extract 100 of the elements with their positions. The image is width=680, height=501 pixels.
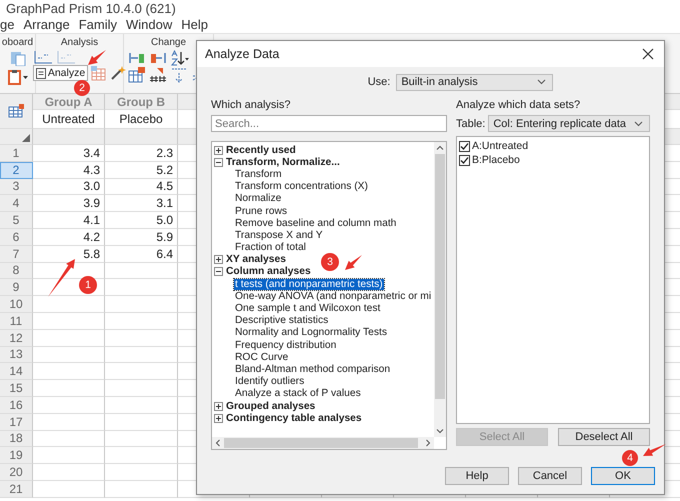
scroll-down-icon[interactable] [436, 429, 444, 434]
expand-icon[interactable] [214, 402, 223, 411]
tree-item[interactable]: Descriptive statistics [234, 315, 330, 326]
row-number[interactable]: 5 [12, 213, 20, 228]
menu-item[interactable]: Family [78, 17, 117, 32]
expand-icon[interactable] [214, 255, 223, 264]
annotation-arrow [643, 444, 666, 456]
tree-item[interactable]: Normalize [234, 193, 282, 204]
tree-item[interactable]: Transform [234, 168, 283, 180]
row-number[interactable]: 7 [12, 246, 20, 261]
collapse-icon[interactable] [214, 158, 223, 167]
tree-group[interactable]: Transform, Normalize... [226, 156, 340, 168]
list-icon [36, 68, 46, 78]
table-cell: 3.4 [83, 146, 100, 160]
resize-corner-icon [22, 134, 30, 142]
tree-group[interactable]: Grouped analyses [226, 400, 316, 412]
data-sets-label: Analyze which data sets? [456, 99, 582, 111]
table-cell: 4.1 [83, 213, 100, 228]
sort-icon[interactable] [170, 50, 190, 66]
tree-group[interactable]: XY analyses [226, 254, 286, 266]
table-cell: 2.3 [156, 146, 173, 160]
data-set-label[interactable]: B:Placebo [472, 154, 520, 166]
tree-item[interactable]: Identify outliers [234, 376, 306, 388]
table-icon[interactable] [8, 104, 24, 118]
tree-item[interactable]: Bland-Altman method comparison [234, 364, 392, 375]
annotation-arrow [48, 259, 75, 297]
expand-icon[interactable] [214, 146, 223, 155]
table-cell: 3.0 [83, 179, 100, 194]
expand-icon[interactable] [214, 414, 223, 423]
table-cell: 5.8 [83, 246, 100, 261]
tree-group[interactable]: Column analyses [226, 266, 311, 278]
tree-item[interactable]: t tests (and nonparametric tests) [234, 278, 384, 290]
increment-icon[interactable] [170, 67, 188, 83]
analyze-button[interactable]: Analyze [32, 65, 88, 81]
insert-table-icon[interactable] [128, 67, 146, 83]
table-cell: 4.2 [83, 230, 100, 244]
ribbon-group-label: oboard [2, 37, 34, 48]
dialog-title: Analyze Data [205, 47, 280, 61]
tree-item[interactable]: Fraction of total [234, 242, 307, 254]
table-label: Table: [456, 118, 486, 130]
tree-item[interactable]: One sample t and Wilcoxon test [234, 303, 382, 314]
caret-icon [537, 79, 546, 85]
scroll-up-icon[interactable] [436, 145, 444, 150]
use-dropdown[interactable]: Built-in analysis [396, 74, 554, 90]
horizontal-scrollbar[interactable] [212, 437, 434, 449]
data-set-label[interactable]: A:Untreated [472, 140, 528, 152]
menu-item[interactable]: Window [126, 17, 172, 32]
clipboard-icon[interactable] [6, 69, 28, 85]
table-cell: 4.5 [156, 179, 173, 194]
window-title: GraphPad Prism 10.4.0 (621) [6, 0, 176, 16]
annotation-arrow [88, 50, 106, 65]
menu-item[interactable]: Help [181, 17, 208, 32]
menu-item[interactable]: Arrange [23, 17, 70, 32]
row-number[interactable]: 6 [12, 230, 20, 244]
dialog-button[interactable]: OK [591, 467, 655, 485]
row-number[interactable]: 3 [12, 179, 20, 194]
search-field[interactable]: Search... [211, 115, 447, 132]
tree-item[interactable]: Prune rows [234, 206, 288, 217]
column-title: Group A [44, 94, 92, 108]
vertical-scrollbar[interactable] [434, 142, 446, 437]
which-analysis-label: Which analysis? [211, 99, 292, 111]
column-subtitle: Placebo [119, 112, 163, 126]
table-cell: 5.0 [156, 213, 173, 228]
row-number[interactable]: 2 [12, 162, 20, 177]
checkbox[interactable] [459, 140, 470, 152]
number-format-icon[interactable] [149, 67, 167, 83]
table-cell: 5.9 [156, 230, 173, 244]
wand-icon[interactable] [110, 65, 126, 81]
dialog-button[interactable]: Help [445, 467, 509, 485]
scroll-right-icon[interactable] [426, 439, 431, 447]
tree-group[interactable]: Contingency table analyses [226, 412, 362, 424]
close-icon[interactable] [642, 48, 654, 60]
tree-item[interactable]: Transpose X and Y [234, 230, 324, 241]
use-label: Use: [368, 76, 390, 88]
menu-item[interactable]: ge [0, 17, 14, 32]
tree-item[interactable]: ROC Curve [234, 352, 290, 363]
checkbox[interactable] [459, 154, 470, 166]
scroll-left-icon[interactable] [215, 439, 220, 447]
swap-right-icon[interactable] [149, 51, 167, 65]
chart-icon[interactable] [32, 50, 53, 64]
swap-left-icon[interactable] [128, 51, 146, 65]
row-number[interactable]: 1 [12, 146, 20, 160]
row-number[interactable]: 4 [12, 196, 20, 210]
tree-item[interactable]: Remove baseline and column math [234, 218, 398, 229]
list-button[interactable]: Deselect All [558, 428, 650, 446]
row-number[interactable]: 9 [12, 280, 20, 294]
tree-item[interactable]: One-way ANOVA (and nonparametric or mi [234, 290, 432, 302]
table-cell: 4.3 [83, 162, 100, 177]
ribbon-group-label: Change [150, 37, 186, 48]
dialog-button[interactable]: Cancel [518, 467, 582, 485]
tree-group[interactable]: Recently used [226, 144, 296, 156]
tree-item[interactable]: Frequency distribution [234, 340, 338, 351]
table-dropdown[interactable]: Col: Entering replicate data [488, 115, 650, 132]
collapse-icon[interactable] [214, 267, 223, 276]
table-cell: 3.1 [156, 196, 173, 210]
table-cell: 6.4 [156, 246, 173, 261]
tree-item[interactable]: Transform concentrations (X) [234, 181, 369, 192]
tree-item[interactable]: Analyze a stack of P values [234, 388, 362, 400]
tree-item[interactable]: Normality and Lognormality Tests [234, 327, 388, 338]
row-number[interactable]: 8 [12, 263, 20, 278]
